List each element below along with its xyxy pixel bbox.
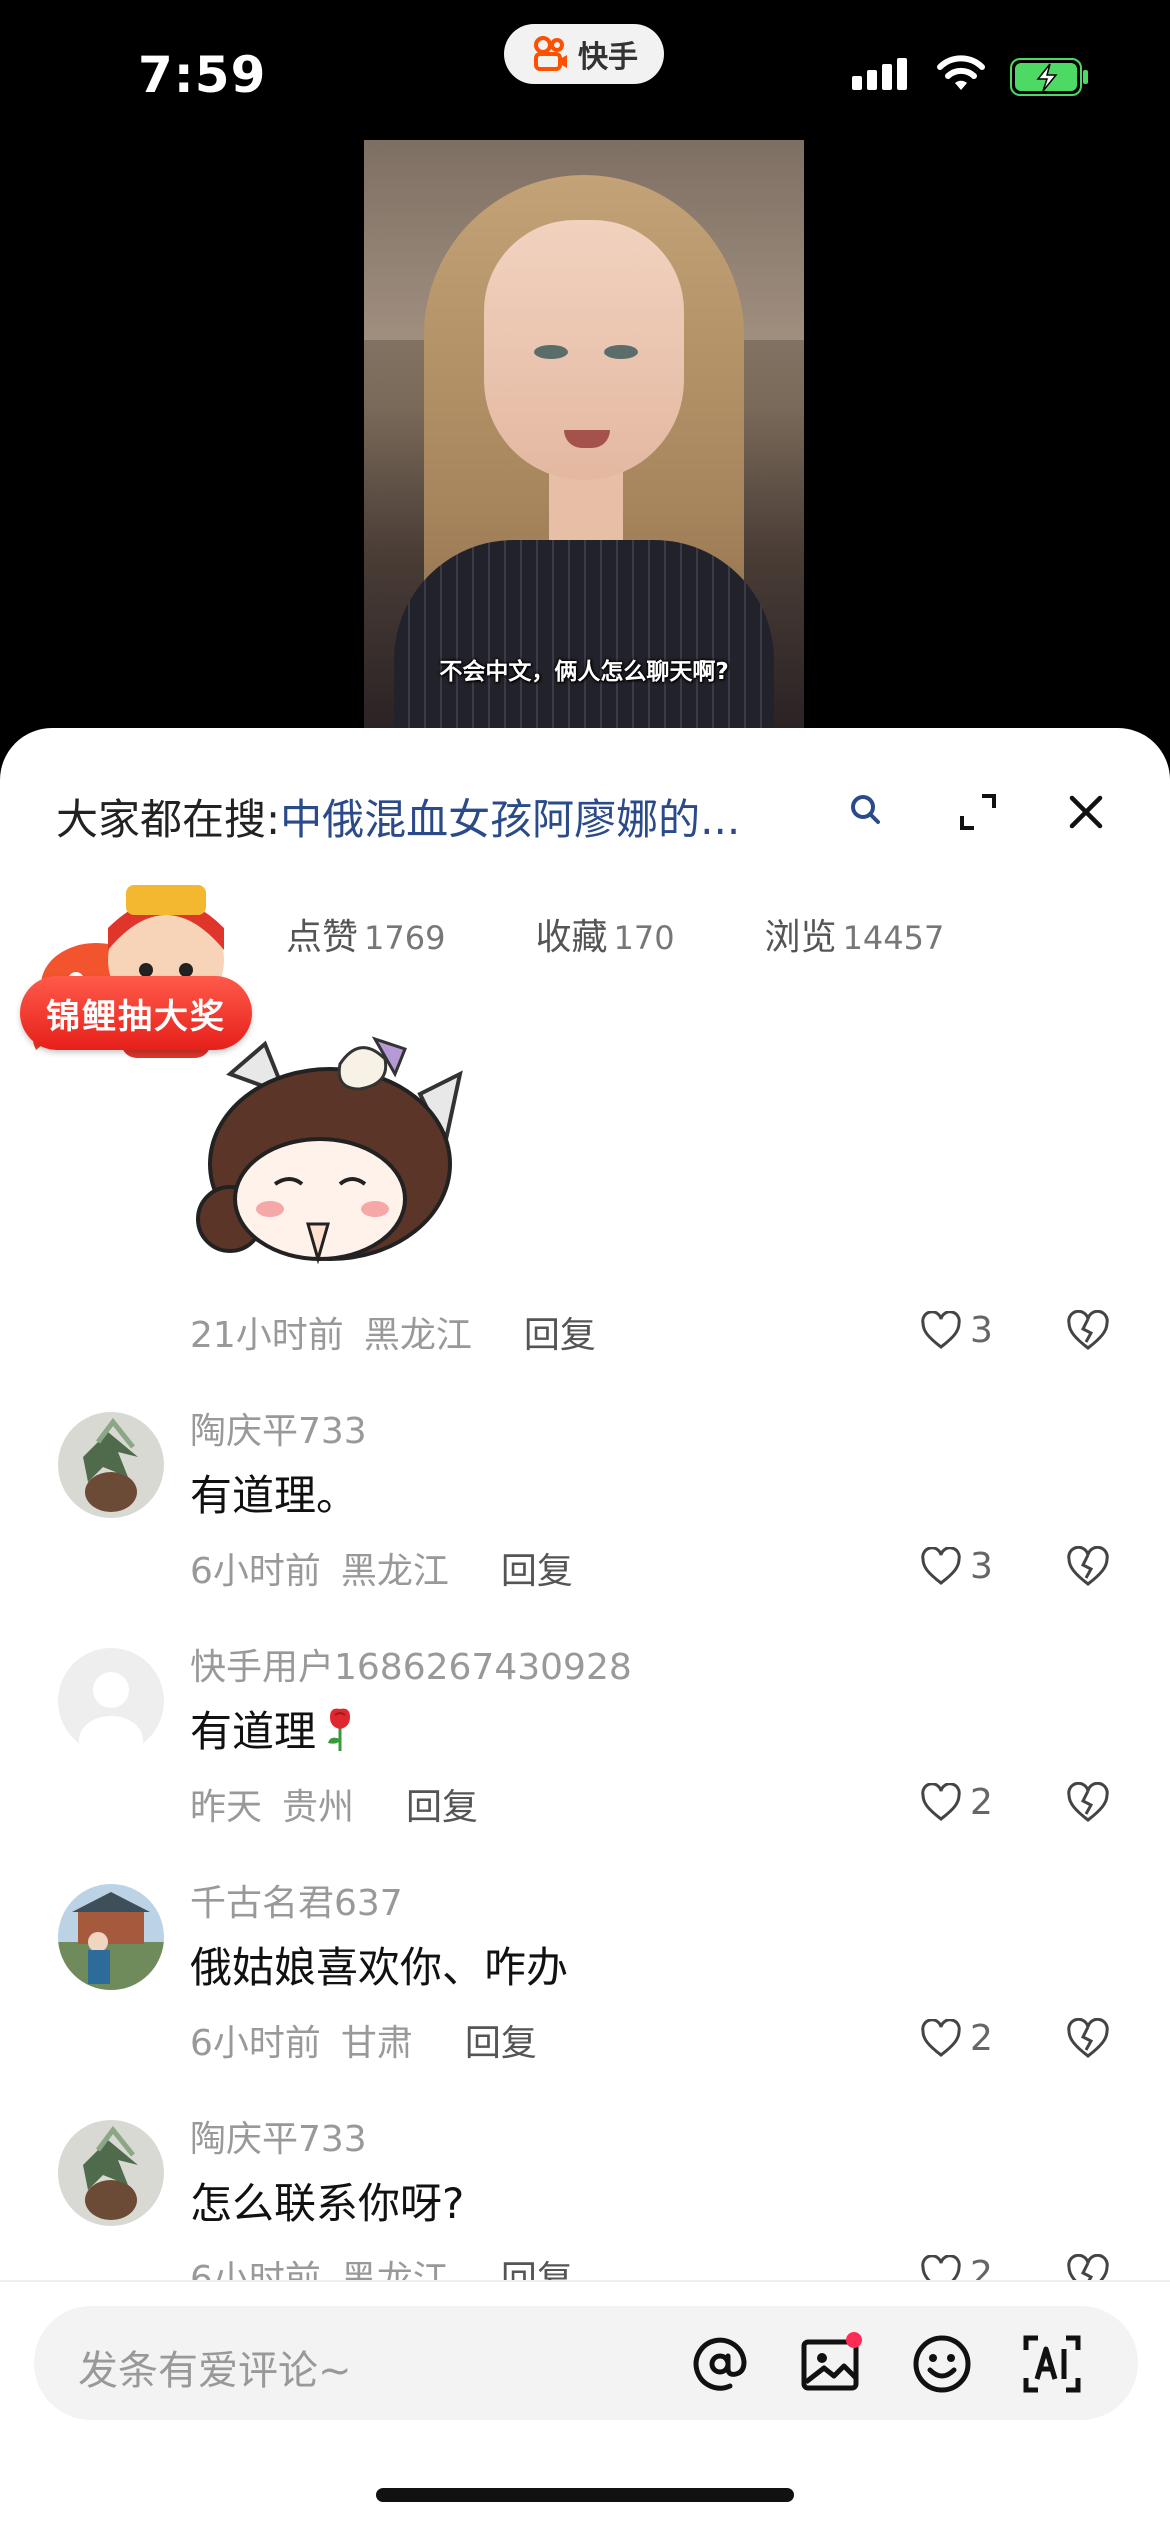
like-button[interactable]: 3 — [920, 1546, 993, 1587]
trending-search-query[interactable]: 中俄混血女孩阿廖娜的... — [280, 786, 740, 847]
heart-icon — [921, 2018, 961, 2057]
comment-location: 贵州 — [282, 1787, 355, 1828]
signal-icon — [852, 58, 907, 90]
comment-username[interactable]: 陶庆平733 — [190, 2110, 367, 2162]
comment-text: 有道理。 — [190, 1471, 359, 1520]
stat-favorites-label: 收藏 — [535, 917, 608, 958]
image-icon[interactable] — [798, 2332, 862, 2396]
like-count: 2 — [970, 1782, 993, 1823]
emoji-icon[interactable] — [910, 2332, 974, 2396]
rose-emoji-icon — [328, 1708, 351, 1751]
comment-meta: 6小时前 甘肃 回复 — [190, 2014, 537, 2066]
comment-time: 昨天 — [190, 1787, 263, 1828]
comment-location: 甘肃 — [340, 2023, 413, 2064]
at-icon[interactable] — [688, 2332, 752, 2396]
video-player[interactable]: 不会中文，俩人怎么聊天啊? — [364, 140, 804, 730]
app-indicator-pill[interactable]: 快手 — [504, 24, 664, 84]
heart-icon — [921, 1310, 961, 1349]
search-icon[interactable] — [848, 792, 884, 828]
reply-button[interactable]: 回复 — [524, 1306, 596, 1358]
like-button[interactable]: 2 — [920, 2018, 993, 2059]
comment-meta: 昨天 贵州 回复 — [190, 1778, 478, 1830]
comment-input-placeholder: 发条有爱评论~ — [78, 2348, 352, 2394]
divider — [0, 2280, 1170, 2282]
comment-sheet: 大家都在搜: 中俄混血女孩阿廖娜的... 点赞 1769 收藏 170 浏览 1445… — [0, 728, 1170, 2532]
comment-username[interactable]: 陶庆平733 — [190, 1402, 367, 1454]
home-indicator[interactable] — [376, 2488, 794, 2502]
stat-likes[interactable]: 点赞 1769 — [286, 908, 445, 968]
video-person-eye — [604, 345, 638, 359]
comment-meta: 6小时前 黑龙江 回复 — [190, 1542, 573, 1594]
close-icon[interactable] — [1064, 790, 1108, 834]
battery-charging-icon — [1010, 58, 1088, 96]
status-time: 7:59 — [138, 46, 267, 104]
comment-time: 21小时前 — [190, 1315, 344, 1356]
broken-heart-icon[interactable] — [1066, 1782, 1110, 1824]
comment-username[interactable]: 快手用户1686267430928 — [190, 1638, 632, 1690]
stat-views-value: 14457 — [842, 919, 945, 957]
video-subtitle: 不会中文，俩人怎么聊天啊? — [439, 659, 729, 685]
like-count: 3 — [970, 1546, 993, 1587]
comment-location: 黑龙江 — [363, 1315, 472, 1356]
stat-likes-value: 1769 — [364, 919, 446, 957]
like-count: 2 — [970, 2018, 993, 2059]
broken-heart-icon[interactable] — [1066, 2018, 1110, 2060]
comment-text: 有道理 — [190, 1707, 317, 1756]
stat-likes-label: 点赞 — [286, 917, 359, 958]
avatar[interactable] — [58, 1412, 164, 1518]
wifi-icon — [937, 55, 985, 90]
ai-icon[interactable] — [1020, 2332, 1084, 2396]
video-person-shirt — [394, 540, 774, 730]
stat-favorites-value: 170 — [613, 919, 675, 957]
comment-meta: 21小时前 黑龙江 回复 — [190, 1306, 596, 1358]
comment-location: 黑龙江 — [340, 1551, 449, 1592]
reply-button[interactable]: 回复 — [465, 2014, 537, 2066]
comment-text-row: 有道理 — [190, 1698, 360, 1759]
expand-icon[interactable] — [956, 790, 1000, 834]
comment-text: 俄姑娘喜欢你、咋办 — [190, 1943, 569, 1992]
like-button[interactable]: 3 — [920, 1310, 993, 1351]
avatar[interactable] — [58, 2120, 164, 2226]
comment-text: 怎么联系你呀? — [190, 2179, 465, 2228]
avatar-default-icon[interactable] — [58, 1648, 164, 1754]
like-count: 3 — [970, 1310, 993, 1351]
broken-heart-icon[interactable] — [1066, 1310, 1110, 1352]
heart-icon — [921, 1782, 961, 1821]
comment-sticker-image — [196, 1036, 463, 1265]
broken-heart-icon[interactable] — [1066, 1546, 1110, 1588]
reply-button[interactable]: 回复 — [406, 1778, 478, 1830]
post-stats: 点赞 1769 收藏 170 浏览 14457 — [286, 908, 966, 968]
app-name: 快手 — [578, 40, 638, 75]
stat-favorites[interactable]: 收藏 170 — [535, 908, 674, 968]
comment-username[interactable]: 千古名君637 — [190, 1874, 403, 1926]
kuaishou-logo-icon — [534, 36, 567, 71]
reply-button[interactable]: 回复 — [501, 1542, 573, 1594]
comment-input[interactable]: 发条有爱评论~ — [34, 2306, 1138, 2420]
stat-views[interactable]: 浏览 14457 — [765, 908, 945, 968]
video-person-eye — [534, 345, 568, 359]
comment-time: 6小时前 — [190, 2023, 321, 2064]
avatar[interactable] — [58, 1884, 164, 1990]
stat-views-label: 浏览 — [764, 917, 837, 958]
trending-search[interactable]: 大家都在搜: 中俄混血女孩阿廖娜的... — [56, 786, 836, 846]
like-button[interactable]: 2 — [920, 1782, 993, 1823]
comment-time: 6小时前 — [190, 1551, 321, 1592]
trending-search-label: 大家都在搜: — [56, 794, 281, 844]
heart-icon — [921, 1546, 961, 1585]
status-bar: 7:59 快手 — [0, 0, 1170, 140]
